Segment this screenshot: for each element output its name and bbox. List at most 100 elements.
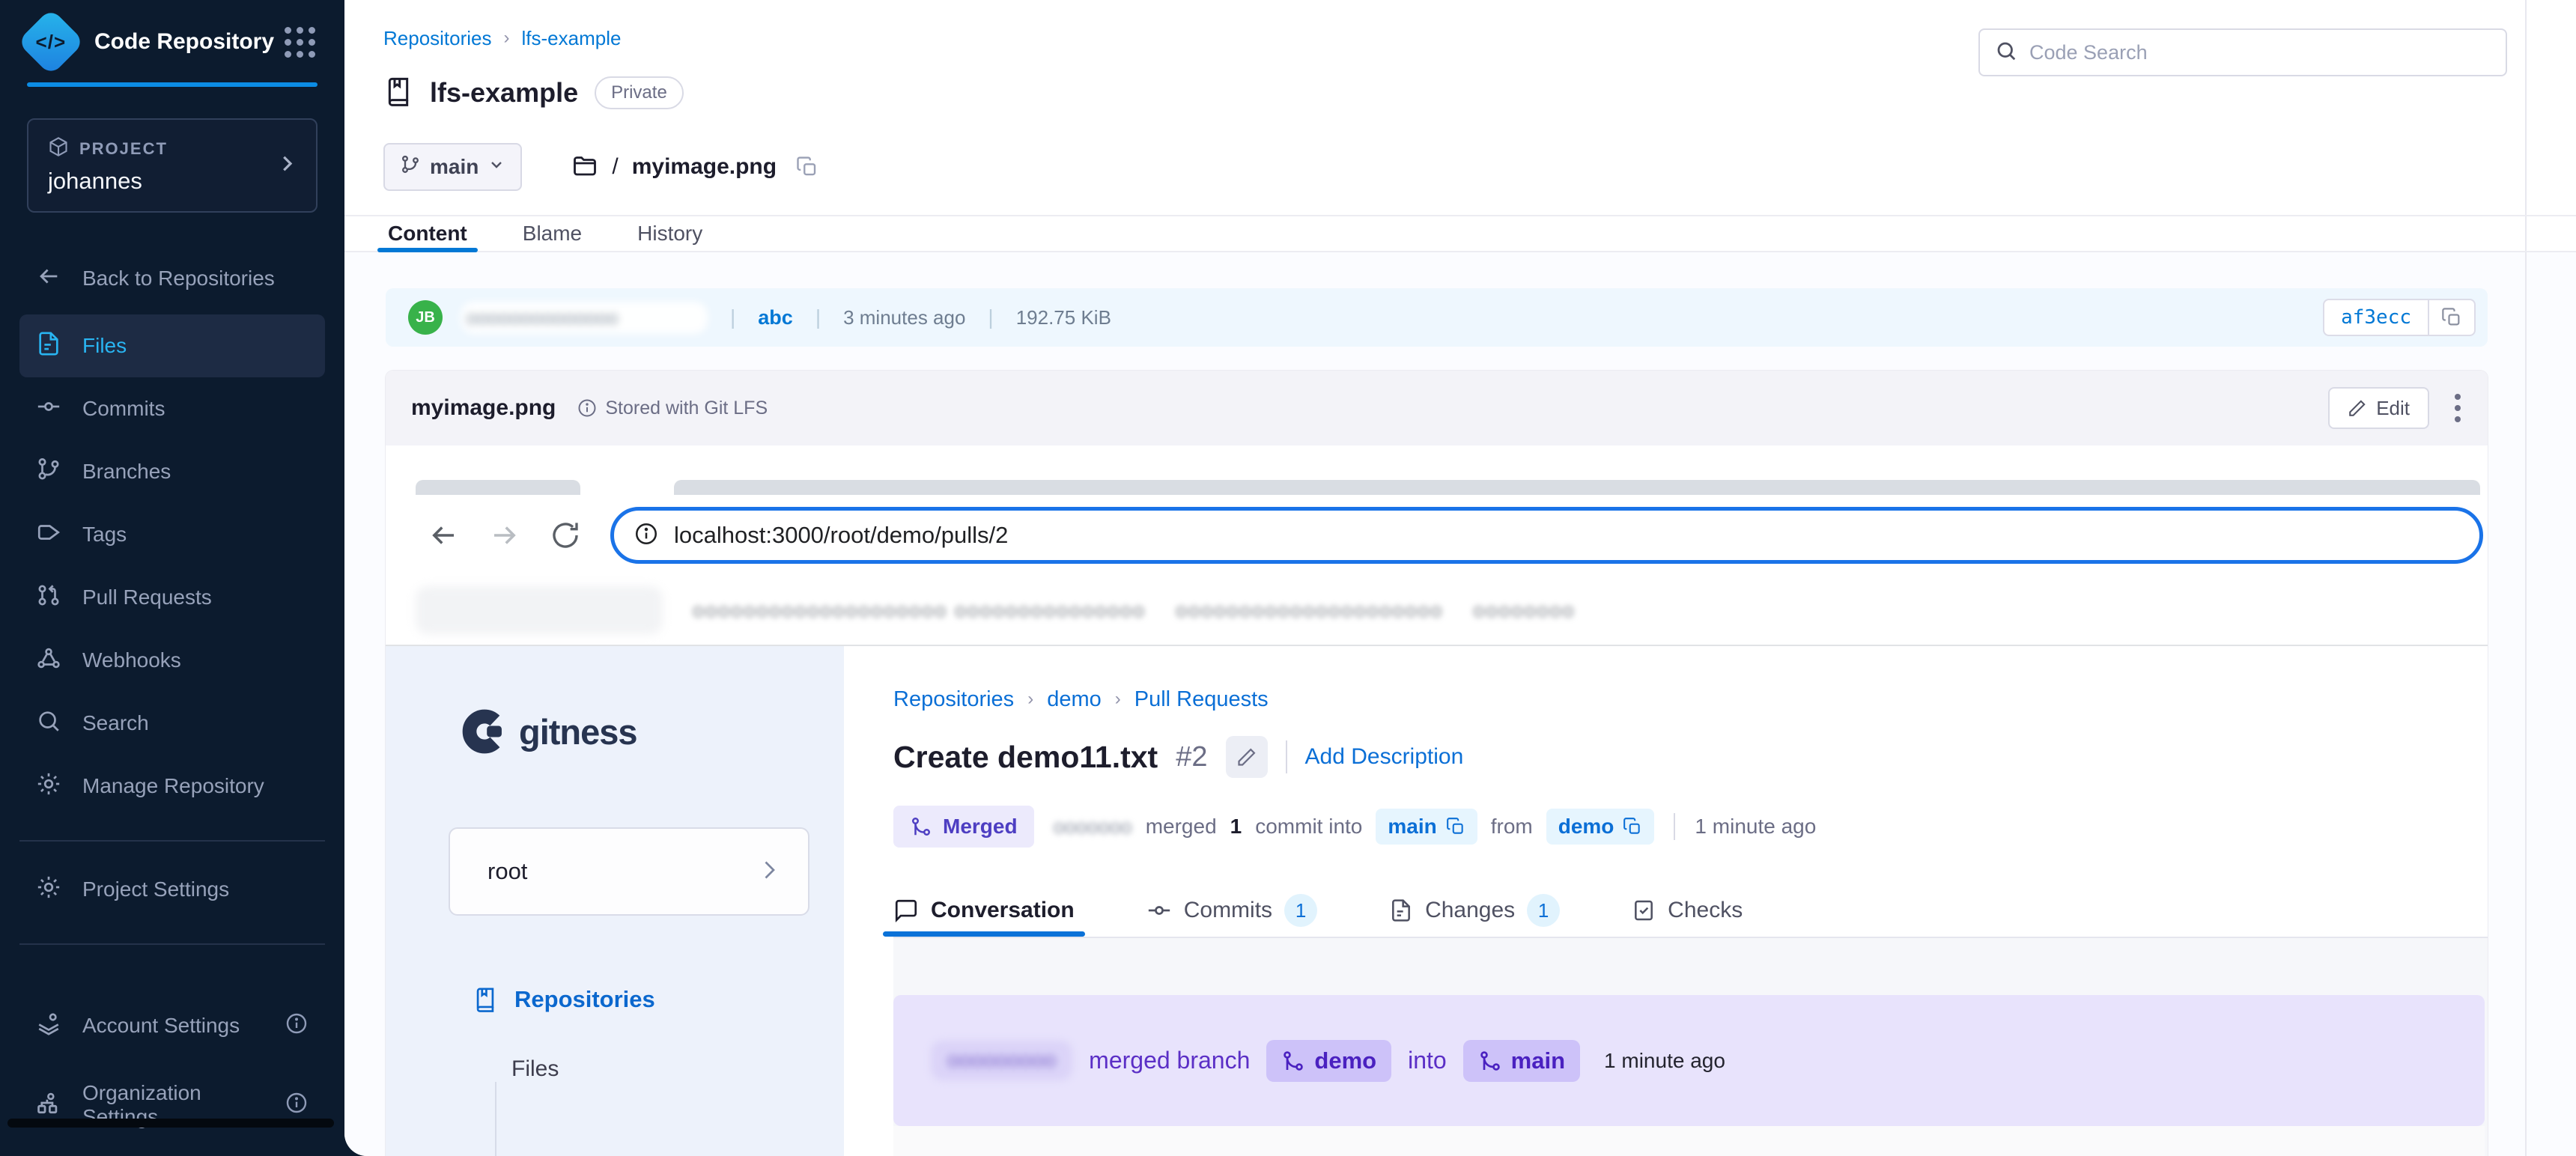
activity-target-branch-chip[interactable]: main — [1463, 1040, 1580, 1082]
copy-path-icon[interactable] — [796, 156, 818, 178]
gitness-breadcrumb-repositories[interactable]: Repositories — [893, 687, 1014, 712]
merged-word: merged — [1146, 815, 1217, 839]
gitness-app: gitness root Repositories File — [386, 646, 2488, 1156]
branch-selector[interactable]: main — [383, 143, 522, 191]
file-toolbar: main / myimage.png — [383, 143, 2576, 191]
branch-icon — [400, 154, 421, 180]
copy-icon — [1446, 817, 1465, 836]
pr-state-row: Merged ooooooo merged 1 commit into main — [893, 803, 2488, 850]
info-icon — [285, 1012, 309, 1041]
avatar[interactable]: JB — [408, 300, 443, 335]
divider: | — [730, 305, 735, 329]
sidebar-item-commits[interactable]: Commits — [19, 377, 325, 440]
sidebar-item-branches[interactable]: Branches — [19, 440, 325, 503]
project-label: PROJECT — [79, 139, 168, 159]
pr-tab-conversation[interactable]: Conversation — [893, 884, 1075, 937]
from-text: from — [1491, 815, 1533, 839]
gitness-nav-files[interactable]: Files — [511, 1056, 844, 1082]
pencil-icon — [2348, 398, 2367, 418]
commits-count-badge: 1 — [1284, 894, 1317, 927]
target-branch-chip[interactable]: main — [1376, 809, 1477, 845]
pr-tab-changes[interactable]: Changes 1 — [1389, 884, 1560, 937]
commit-sha[interactable]: af3ecc — [2324, 306, 2428, 329]
code-search-box — [1978, 28, 2507, 76]
sidebar-item-tags[interactable]: Tags — [19, 503, 325, 566]
project-name: johannes — [48, 168, 297, 195]
gitness-breadcrumb: Repositories › demo › Pull Requests — [893, 685, 2488, 714]
code-search-input[interactable] — [2029, 41, 2491, 64]
pr-tab-checks[interactable]: Checks — [1632, 884, 1743, 937]
sidebar-bottom: Account Settings Organization Settings — [0, 978, 344, 1137]
gitness-account-selector[interactable]: root — [449, 827, 809, 916]
gear-icon — [36, 771, 61, 802]
page-info-icon — [634, 521, 659, 550]
commit-sha-chip: af3ecc — [2323, 299, 2476, 336]
bookmark-redacted: oooooooooooooooooooo ooooooooooooooo — [693, 599, 1146, 622]
sidebar-item-project-settings[interactable]: Project Settings — [19, 858, 325, 921]
branch-icon — [36, 457, 61, 487]
tab-content[interactable]: Content — [383, 216, 472, 251]
sidebar-item-manage-repository[interactable]: Manage Repository — [19, 755, 325, 818]
scrollbar-track[interactable] — [2525, 0, 2527, 1156]
pr-title-edit-button[interactable] — [1226, 736, 1268, 778]
lfs-note: Stored with Git LFS — [577, 398, 768, 419]
repo-book-icon — [473, 987, 498, 1012]
source-branch-chip[interactable]: demo — [1546, 809, 1655, 845]
sidebar-item-files[interactable]: Files — [19, 314, 325, 377]
bookmark-redacted: oooooooo — [1473, 599, 1575, 622]
merged-badge: Merged — [893, 806, 1034, 848]
pr-author-redacted: ooooooo — [1054, 815, 1132, 839]
copy-sha-icon[interactable] — [2428, 300, 2474, 335]
sidebar-item-account-settings[interactable]: Account Settings — [19, 994, 325, 1057]
app-title: Code Repository — [94, 29, 274, 55]
gitness-breadcrumb-pull-requests[interactable]: Pull Requests — [1134, 687, 1269, 712]
project-selector[interactable]: PROJECT johannes — [27, 118, 318, 213]
tab-history[interactable]: History — [633, 216, 707, 251]
gitness-breadcrumb-repo[interactable]: demo — [1047, 687, 1102, 712]
conversation-icon — [893, 898, 919, 923]
sidebar-header: </> Code Repository — [0, 0, 344, 64]
app-switcher-grid-icon[interactable] — [280, 22, 319, 61]
browser-forward-icon — [489, 520, 520, 551]
gear-icon — [36, 874, 61, 905]
pr-tab-commits[interactable]: Commits 1 — [1146, 884, 1317, 937]
commit-into-text: commit into — [1255, 815, 1362, 839]
browser-toolbar: localhost:3000/root/demo/pulls/2 — [386, 495, 2488, 576]
edit-button[interactable]: Edit — [2328, 387, 2429, 429]
sidebar-item-label: Pull Requests — [82, 585, 212, 609]
commit-message-link[interactable]: abc — [758, 306, 793, 329]
activity-into-text: into — [1408, 1047, 1447, 1074]
file-path: myimage.png — [632, 154, 777, 180]
activity-source-branch-chip[interactable]: demo — [1266, 1040, 1391, 1082]
sidebar-item-label: Branches — [82, 460, 171, 484]
gitness-nav-repositories[interactable]: Repositories — [473, 986, 844, 1013]
sidebar-divider — [19, 943, 325, 945]
breadcrumb-current-repo[interactable]: lfs-example — [522, 27, 622, 50]
webhook-icon — [36, 645, 61, 676]
activity-area-below — [893, 1126, 2485, 1156]
sidebar-item-pull-requests[interactable]: Pull Requests — [19, 566, 325, 629]
sidebar-item-webhooks[interactable]: Webhooks — [19, 629, 325, 692]
back-to-repositories[interactable]: Back to Repositories — [0, 256, 344, 301]
copy-icon — [1623, 817, 1642, 836]
tab-blame[interactable]: Blame — [518, 216, 586, 251]
sidebar-item-label: Project Settings — [82, 877, 229, 901]
sidebar-item-search[interactable]: Search — [19, 692, 325, 755]
latest-commit-bar: JB oooooooooooooo | abc | 3 minutes ago … — [386, 288, 2488, 347]
browser-url-bar: localhost:3000/root/demo/pulls/2 — [610, 507, 2483, 564]
divider: | — [988, 305, 993, 329]
sidebar-item-label: Tags — [82, 523, 127, 547]
commit-time: 3 minutes ago — [843, 306, 965, 329]
activity-time: 1 minute ago — [1604, 1049, 1725, 1073]
layers-gear-icon — [36, 1011, 61, 1041]
bookmark-redacted: ooooooooooooooooooooo — [1176, 599, 1443, 622]
add-description-link[interactable]: Add Description — [1305, 744, 1464, 770]
info-icon — [577, 398, 598, 419]
more-options-icon[interactable] — [2447, 386, 2468, 430]
breadcrumb-repositories[interactable]: Repositories — [383, 27, 492, 50]
pr-tabs: Conversation Commits 1 Changes — [893, 884, 2488, 938]
branch-name: main — [430, 155, 479, 179]
git-merge-icon — [1478, 1049, 1502, 1073]
folder-icon — [571, 152, 598, 183]
breadcrumb-separator: › — [1115, 689, 1121, 710]
